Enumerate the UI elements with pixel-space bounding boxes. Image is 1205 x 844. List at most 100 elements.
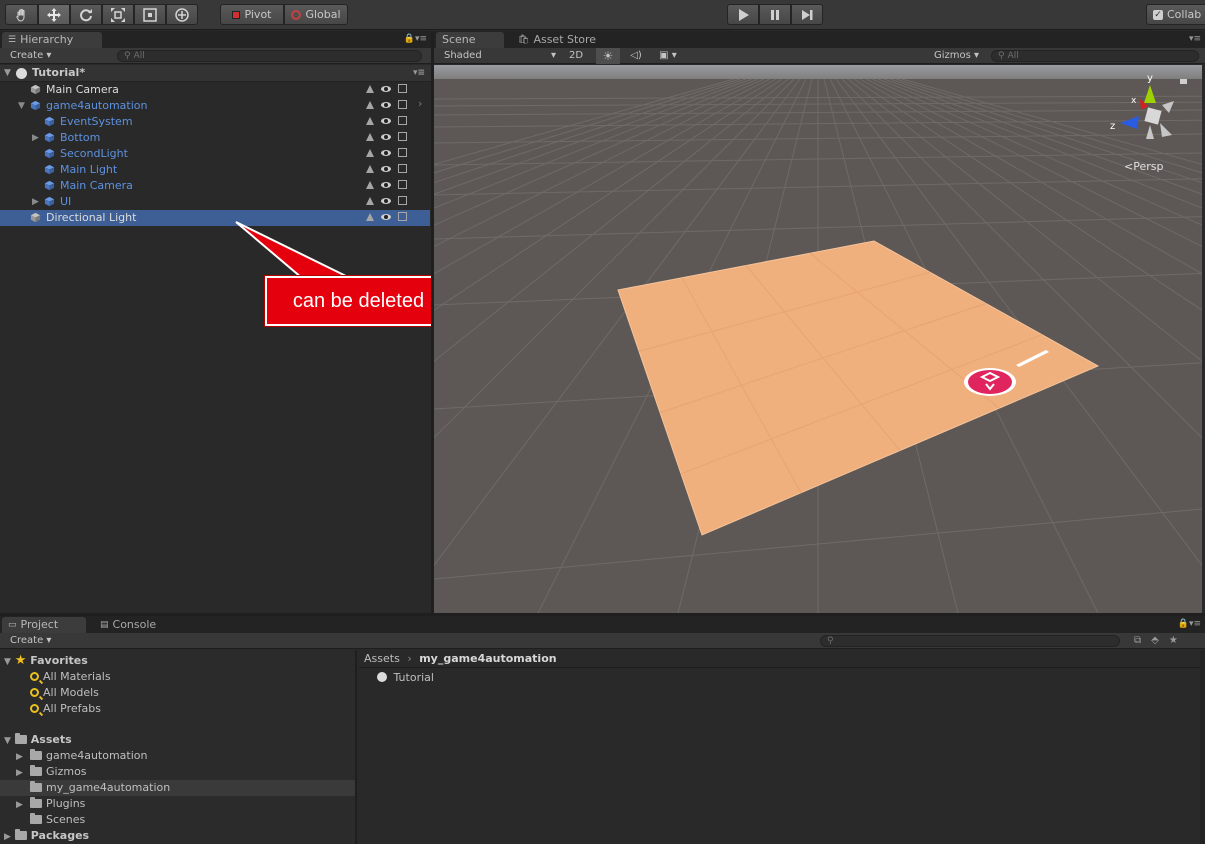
folder-icon	[30, 748, 42, 760]
persp-label[interactable]: <Persp	[1124, 160, 1163, 173]
play-icon	[739, 8, 749, 21]
scene-panel-menu-icon[interactable]: ▾≡	[1189, 34, 1201, 44]
project-create-button[interactable]: Create ▾	[6, 633, 55, 649]
store-icon: 🛍	[518, 35, 530, 45]
step-button[interactable]	[791, 4, 823, 25]
filter-type-icon[interactable]: ⧉	[1134, 635, 1141, 646]
project-search-input[interactable]: ⚲	[820, 635, 1120, 647]
asset-folder-item[interactable]: my_game4automation	[0, 780, 355, 796]
tab-project-label: Project	[20, 618, 59, 631]
chevron-right-icon: ›	[407, 652, 412, 665]
favorite-label: All Models	[43, 686, 99, 699]
callout-text: can be deleted	[292, 289, 425, 312]
gizmos-label: Gizmos	[934, 50, 971, 61]
favorites-label: Favorites	[30, 654, 88, 667]
project-create-label: Create	[10, 635, 44, 646]
effects-dropdown[interactable]: ▣ ▾	[652, 48, 684, 64]
search-icon	[30, 703, 39, 713]
step-icon	[802, 9, 813, 20]
project-toolbar: Create ▾ ⚲ ⧉ ⬘ ★	[0, 633, 1205, 649]
asset-folder-label: Plugins	[46, 797, 86, 810]
search-icon: ⚲	[998, 51, 1005, 61]
pause-icon	[771, 9, 779, 20]
expand-arrow-icon[interactable]: ▶	[16, 797, 30, 813]
star-icon: ★	[14, 653, 27, 668]
assets-header[interactable]: ▼ Assets	[4, 732, 72, 748]
asset-folder-item[interactable]: ▶ Gizmos	[0, 764, 355, 780]
favorite-label: All Prefabs	[43, 702, 101, 715]
expand-arrow-icon[interactable]: ▶	[16, 749, 30, 765]
axis-z-label: z	[1110, 121, 1115, 132]
unity-scene-icon	[377, 672, 387, 682]
favorite-label: All Materials	[43, 670, 111, 683]
file-label: Tutorial	[393, 671, 434, 684]
shading-mode-label: Shaded	[444, 50, 482, 61]
tab-console-label: Console	[112, 618, 157, 631]
axis-x-label: x	[1131, 96, 1137, 106]
asset-folder-item[interactable]: ▶ game4automation	[0, 748, 355, 764]
callout-box: can be deleted	[264, 275, 453, 327]
tab-asset-store[interactable]: 🛍 Asset Store	[512, 32, 612, 48]
toggle-2d-button[interactable]: 2D	[564, 48, 588, 64]
axis-y-label: y	[1147, 73, 1153, 84]
favorite-item[interactable]: All Materials	[30, 669, 111, 685]
audio-toggle[interactable]: ◁)	[624, 48, 648, 64]
breadcrumb-current[interactable]: my_game4automation	[419, 652, 556, 665]
folder-tab-icon: ▭	[8, 620, 17, 630]
file-item[interactable]: Tutorial	[377, 670, 434, 686]
shading-mode-dropdown[interactable]: Shaded ▾	[440, 48, 558, 64]
playback-controls	[727, 4, 823, 25]
collab-label: Collab	[1167, 8, 1202, 21]
project-panel-menu-icon[interactable]: 🔒▾≡	[1178, 619, 1201, 629]
folder-icon	[14, 828, 27, 840]
dropdown-arrow-icon: ▾	[550, 50, 556, 61]
tab-scene[interactable]: Scene	[436, 32, 504, 48]
favorite-item[interactable]: All Prefabs	[30, 701, 101, 717]
tab-scene-label: Scene	[442, 33, 476, 46]
sky	[434, 65, 1202, 81]
gizmos-dropdown[interactable]: Gizmos ▾	[930, 48, 986, 64]
folder-icon	[14, 732, 27, 744]
checkmark-icon: ✓	[1153, 9, 1163, 20]
collab-button[interactable]: ✓ Collab	[1146, 4, 1205, 25]
label-tag-icon[interactable]: ⬘	[1151, 635, 1159, 646]
project-tabstrip: ▭ Project ▤ Console 🔒▾≡	[0, 616, 1205, 633]
asset-folder-label: my_game4automation	[46, 781, 171, 794]
scrollbar[interactable]	[1200, 650, 1205, 844]
tab-project[interactable]: ▭ Project	[2, 617, 86, 633]
favorites-header[interactable]: ▼ ★ Favorites	[4, 653, 88, 669]
assets-label: Assets	[30, 733, 72, 746]
expand-arrow-icon[interactable]: ▶	[16, 765, 30, 781]
lighting-toggle[interactable]: ☀	[596, 48, 620, 64]
favorite-item[interactable]: All Models	[30, 685, 99, 701]
scene-toolbar: Shaded ▾ 2D ☀ ◁) ▣ ▾ Gizmos ▾ ⚲ All	[434, 48, 1205, 64]
collab-group: ✓ Collab	[1146, 4, 1205, 25]
project-filter-icons: ⧉ ⬘ ★	[1134, 635, 1178, 646]
lock-icon[interactable]	[1180, 79, 1187, 84]
packages-label: Packages	[30, 829, 90, 842]
scene-search-input[interactable]: ⚲ All	[991, 50, 1199, 62]
mode-2d-label: 2D	[568, 50, 584, 61]
play-button[interactable]	[727, 4, 759, 25]
breadcrumb-assets[interactable]: Assets	[364, 652, 400, 665]
tab-console[interactable]: ▤ Console	[94, 617, 174, 633]
scene-render[interactable]: y x z <Persp	[434, 65, 1202, 613]
asset-folder-item[interactable]: ▶ Plugins	[0, 796, 355, 812]
expand-arrow-icon[interactable]: ▶	[4, 832, 11, 842]
pause-button[interactable]	[759, 4, 791, 25]
persp-text: Persp	[1133, 160, 1163, 173]
image-icon: ▣ ▾	[659, 50, 677, 61]
asset-folder-label: Gizmos	[46, 765, 87, 778]
project-folder-tree: ▼ ★ Favorites All Materials All Models All…	[0, 650, 357, 844]
folder-icon	[30, 796, 42, 808]
tab-asset-store-label: Asset Store	[533, 33, 597, 46]
favorite-star-icon[interactable]: ★	[1169, 635, 1178, 646]
breadcrumb: Assets › my_game4automation	[359, 650, 1200, 668]
expand-arrow-icon[interactable]: ▼	[4, 736, 11, 746]
expand-arrow-icon[interactable]: ▼	[4, 657, 11, 667]
asset-folder-item[interactable]: Scenes	[0, 812, 355, 828]
scene-viewport[interactable]: y x z <Persp	[434, 65, 1202, 613]
packages-header[interactable]: ▶ Packages	[4, 828, 89, 844]
folder-icon	[30, 780, 42, 792]
asset-folder-label: game4automation	[46, 749, 148, 762]
